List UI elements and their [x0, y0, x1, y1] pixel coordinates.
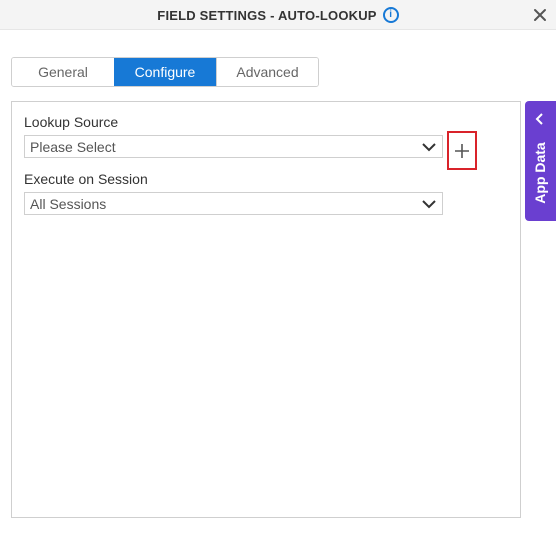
chevron-down-icon — [422, 200, 436, 209]
app-data-tab[interactable]: App Data — [525, 101, 556, 221]
chevron-left-icon — [535, 113, 543, 125]
lookup-source-select[interactable]: Please Select — [24, 135, 443, 158]
add-lookup-source-button[interactable] — [447, 131, 477, 170]
tab-configure[interactable]: Configure — [114, 58, 216, 86]
execute-on-session-select[interactable]: All Sessions — [24, 192, 443, 215]
info-icon[interactable]: i — [382, 7, 399, 23]
lookup-source-label: Lookup Source — [24, 114, 119, 130]
app-data-label: App Data — [532, 142, 548, 204]
configure-panel: Lookup Source Please Select Execute on S… — [11, 101, 521, 518]
execute-on-session-value: All Sessions — [30, 195, 107, 212]
execute-on-session-label: Execute on Session — [24, 171, 148, 187]
tab-advanced[interactable]: Advanced — [216, 58, 318, 86]
field-settings-dialog: FIELD SETTINGS - AUTO-LOOKUP i General C… — [0, 0, 556, 545]
lookup-source-value: Please Select — [30, 138, 116, 155]
title-group: FIELD SETTINGS - AUTO-LOOKUP i — [0, 0, 556, 30]
dialog-title: FIELD SETTINGS - AUTO-LOOKUP — [157, 7, 377, 23]
close-icon[interactable] — [532, 7, 548, 23]
chevron-down-icon — [422, 143, 436, 152]
settings-tabs: General Configure Advanced — [11, 57, 319, 87]
tab-general[interactable]: General — [12, 58, 114, 86]
plus-icon — [455, 143, 469, 158]
dialog-header: FIELD SETTINGS - AUTO-LOOKUP i — [0, 0, 556, 30]
